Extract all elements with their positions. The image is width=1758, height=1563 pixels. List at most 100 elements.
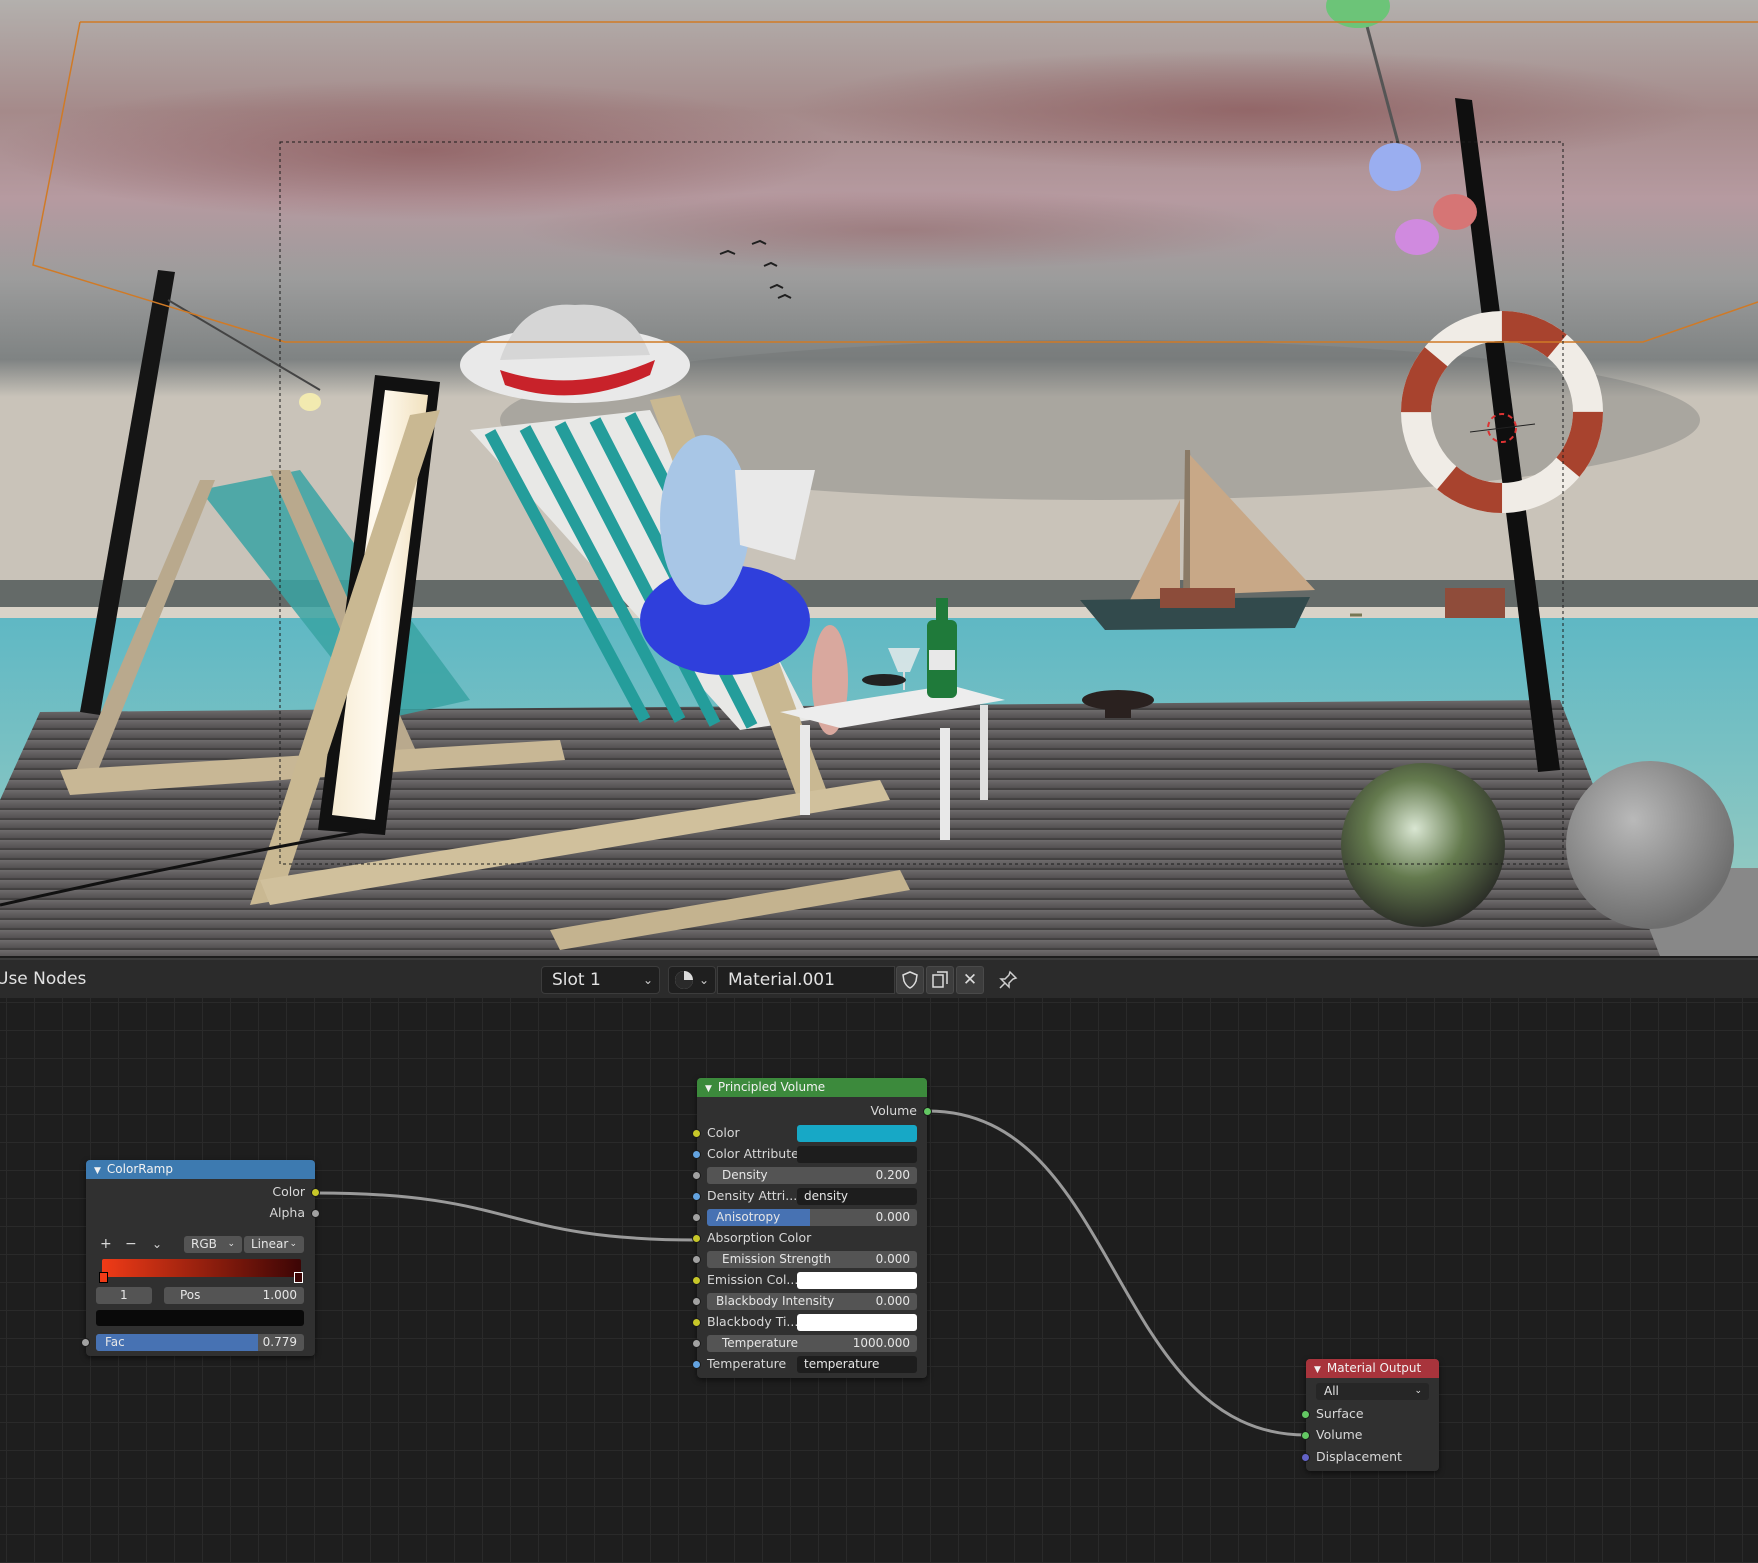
duplicate-material-icon[interactable] — [926, 966, 954, 994]
input-blackbody-tint: Blackbody Ti... — [692, 1312, 927, 1332]
colorramp-menu-chevron-icon[interactable]: ⌄ — [152, 1234, 162, 1254]
output-socket[interactable] — [311, 1188, 320, 1197]
temperature-slider[interactable]: Temperature 1000.000 — [707, 1335, 917, 1352]
colorramp-controls: + − ⌄ RGB ⌄ Linear ⌄ — [86, 1234, 315, 1254]
chevron-down-icon: ⌄ — [642, 973, 653, 987]
socket-label: Emission Col... — [707, 1272, 799, 1287]
emission-strength-label: Emission Strength — [722, 1252, 832, 1266]
input-density-attribute: Density Attri... density — [692, 1186, 927, 1206]
input-temperature: Temperature 1000.000 — [692, 1333, 927, 1353]
node-editor-canvas[interactable]: ▼ ColorRamp Color Alpha + − ⌄ RGB ⌄ Linea… — [0, 998, 1758, 1563]
collapse-triangle-icon[interactable]: ▼ — [1314, 1365, 1321, 1375]
input-socket[interactable] — [692, 1255, 701, 1264]
socket-label: Density Attri... — [707, 1188, 798, 1203]
output-socket[interactable] — [311, 1209, 320, 1218]
input-absorption-color: Absorption Color — [692, 1228, 927, 1248]
fake-user-shield-icon[interactable] — [896, 966, 924, 994]
temperature-label: Temperature — [722, 1336, 799, 1350]
stop-position-label: Pos — [180, 1288, 201, 1302]
input-socket[interactable] — [692, 1297, 701, 1306]
output-target-dropdown[interactable]: All ⌄ — [1316, 1383, 1429, 1400]
fac-slider[interactable]: Fac 0.779 — [96, 1334, 304, 1351]
colorramp-node[interactable]: ▼ ColorRamp Color Alpha + − ⌄ RGB ⌄ Linea… — [81, 1160, 320, 1356]
socket-label: Alpha — [269, 1205, 305, 1220]
input-color-attribute: Color Attribute — [692, 1144, 927, 1164]
stop-index-field[interactable]: 1 — [96, 1287, 152, 1304]
input-socket[interactable] — [1301, 1431, 1310, 1440]
emission-strength-slider[interactable]: Emission Strength 0.000 — [707, 1251, 917, 1268]
blackbody-intensity-label: Blackbody Intensity — [716, 1294, 835, 1308]
material-output-node[interactable]: ▼ Material Output All ⌄ Surface Volume Di… — [1301, 1359, 1439, 1471]
socket-label: Volume — [1316, 1427, 1363, 1442]
input-color: Color — [692, 1123, 927, 1143]
anisotropy-value: 0.000 — [875, 1210, 910, 1224]
unlink-close-icon[interactable]: ✕ — [956, 966, 984, 994]
material-name-field[interactable]: Material.001 — [717, 966, 895, 994]
pin-icon[interactable] — [994, 966, 1022, 994]
input-emission-strength: Emission Strength 0.000 — [692, 1249, 927, 1269]
blackbody-tint-swatch[interactable] — [797, 1314, 917, 1331]
chevron-down-icon: ⌄ — [227, 1239, 235, 1249]
input-socket[interactable] — [692, 1318, 701, 1327]
input-socket[interactable] — [692, 1150, 701, 1159]
ramp-stop-handle-right[interactable] — [294, 1272, 303, 1283]
color-mode-dropdown[interactable]: RGB ⌄ — [184, 1236, 242, 1253]
ramp-stop-handle-left[interactable] — [99, 1272, 108, 1283]
anisotropy-label: Anisotropy — [716, 1210, 781, 1224]
emission-color-swatch[interactable] — [797, 1272, 917, 1289]
3d-viewport[interactable] — [0, 0, 1758, 956]
colorramp-input-fac: Fac 0.779 — [81, 1332, 315, 1352]
color-ramp-gradient[interactable] — [102, 1259, 301, 1277]
input-socket[interactable] — [692, 1171, 701, 1180]
stop-position-value: 1.000 — [262, 1288, 297, 1302]
material-output-title: Material Output — [1326, 1361, 1422, 1375]
input-socket[interactable] — [692, 1360, 701, 1369]
add-stop-button[interactable]: + — [100, 1234, 112, 1254]
input-socket[interactable] — [81, 1338, 90, 1347]
temperature-attribute-field[interactable]: temperature — [797, 1356, 917, 1373]
colorramp-output-color: Color — [86, 1182, 320, 1202]
input-density: Density 0.200 — [692, 1165, 927, 1185]
colorramp-title: ColorRamp — [106, 1162, 173, 1176]
density-value: 0.200 — [875, 1168, 910, 1182]
socket-label: Absorption Color — [707, 1230, 812, 1245]
node-editor-header: Use Nodes Slot 1 ⌄ ⌄ Material.001 ✕ — [0, 958, 1758, 998]
material-browse-button[interactable]: ⌄ — [668, 966, 716, 994]
color-attribute-field[interactable] — [797, 1146, 917, 1163]
input-socket[interactable] — [692, 1192, 701, 1201]
socket-label: Temperature — [707, 1356, 787, 1371]
density-attribute-field[interactable]: density — [797, 1188, 917, 1205]
input-volume: Volume — [1301, 1425, 1439, 1445]
principled-volume-node[interactable]: ▼ Principled Volume Volume Color Color At… — [692, 1078, 932, 1378]
temperature-value: 1000.000 — [852, 1336, 910, 1350]
material-output-node-header[interactable]: ▼ Material Output — [1306, 1359, 1439, 1378]
slot-dropdown[interactable]: Slot 1 ⌄ — [541, 966, 660, 994]
collapse-triangle-icon[interactable]: ▼ — [705, 1084, 712, 1094]
input-socket[interactable] — [1301, 1453, 1310, 1462]
stop-color-swatch[interactable] — [96, 1310, 304, 1326]
density-slider[interactable]: Density 0.200 — [707, 1167, 917, 1184]
input-socket[interactable] — [692, 1213, 701, 1222]
input-socket[interactable] — [692, 1276, 701, 1285]
principled-volume-node-header[interactable]: ▼ Principled Volume — [697, 1078, 927, 1097]
stop-position-field[interactable]: Pos 1.000 — [164, 1287, 304, 1304]
chevron-down-icon: ⌄ — [289, 1239, 297, 1249]
output-socket[interactable] — [923, 1107, 932, 1116]
link-volume-to-output — [927, 1109, 1307, 1437]
input-socket[interactable] — [692, 1234, 701, 1243]
input-temperature-attribute: Temperature temperature — [692, 1354, 927, 1374]
color-swatch[interactable] — [797, 1125, 917, 1142]
remove-stop-button[interactable]: − — [125, 1234, 137, 1254]
use-nodes-checkbox-label[interactable]: Use Nodes — [0, 969, 86, 989]
chevron-down-icon: ⌄ — [1414, 1386, 1422, 1396]
interpolation-dropdown[interactable]: Linear ⌄ — [244, 1236, 304, 1253]
collapse-triangle-icon[interactable]: ▼ — [94, 1166, 101, 1176]
input-socket[interactable] — [1301, 1410, 1310, 1419]
colorramp-node-header[interactable]: ▼ ColorRamp — [86, 1160, 315, 1179]
socket-label: Surface — [1316, 1406, 1364, 1421]
fac-value: 0.779 — [262, 1335, 297, 1349]
input-socket[interactable] — [692, 1339, 701, 1348]
blackbody-intensity-slider[interactable]: Blackbody Intensity 0.000 — [707, 1293, 917, 1310]
anisotropy-slider[interactable]: Anisotropy 0.000 — [707, 1209, 917, 1226]
input-socket[interactable] — [692, 1129, 701, 1138]
